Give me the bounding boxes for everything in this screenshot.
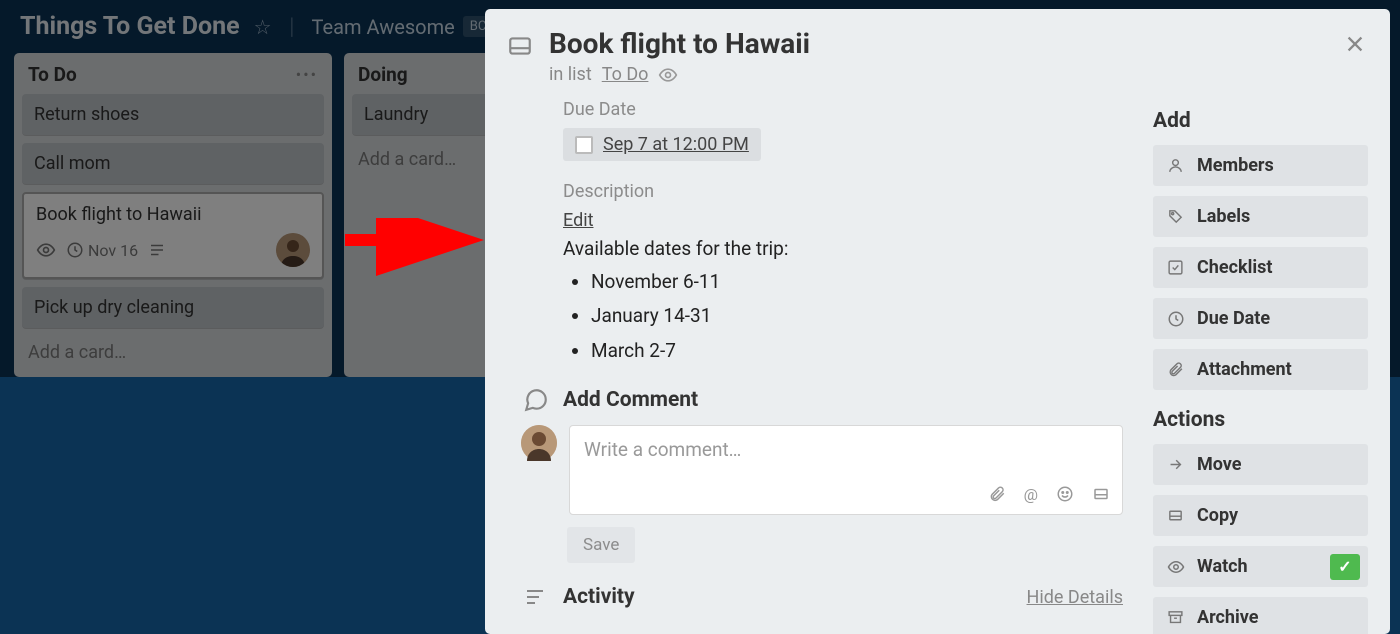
card-title: Pick up dry cleaning bbox=[34, 297, 312, 318]
watch-check-icon: ✓ bbox=[1330, 554, 1360, 580]
card-icon bbox=[1167, 507, 1185, 524]
archive-icon bbox=[1167, 609, 1185, 626]
due-date-badge[interactable]: Sep 7 at 12:00 PM bbox=[563, 128, 761, 161]
due-date-label: Due Date bbox=[563, 99, 1123, 120]
card-title: Call mom bbox=[34, 153, 312, 174]
description-list-item: January 14-31 bbox=[591, 302, 1123, 331]
due-checkbox[interactable] bbox=[575, 136, 593, 154]
list: To Do ••• Return shoes Call mom Book flight … bbox=[14, 53, 332, 377]
list-title[interactable]: Doing bbox=[358, 63, 408, 86]
tag-icon bbox=[1167, 208, 1185, 225]
in-list-link[interactable]: To Do bbox=[602, 64, 649, 85]
team-name[interactable]: Team Awesome bbox=[312, 15, 455, 39]
hide-details-link[interactable]: Hide Details bbox=[1027, 587, 1123, 608]
user-avatar[interactable] bbox=[521, 425, 557, 461]
actions-heading: Actions bbox=[1153, 408, 1368, 432]
watch-icon bbox=[36, 240, 56, 260]
copy-button[interactable]: Copy bbox=[1153, 495, 1368, 536]
watch-eye-icon bbox=[658, 65, 678, 85]
description-list-item: March 2-7 bbox=[591, 337, 1123, 366]
edit-description-link[interactable]: Edit bbox=[563, 210, 1123, 231]
card[interactable]: Call mom bbox=[22, 143, 324, 184]
eye-icon bbox=[1167, 557, 1185, 577]
checklist-button[interactable]: Checklist bbox=[1153, 247, 1368, 288]
save-comment-button[interactable]: Save bbox=[567, 527, 635, 563]
activity-heading: Activity bbox=[563, 585, 635, 609]
add-card-link[interactable]: Add a card… bbox=[22, 336, 324, 365]
card-embed-icon[interactable] bbox=[1092, 485, 1110, 504]
watch-button[interactable]: Watch✓ bbox=[1153, 546, 1368, 587]
paperclip-icon bbox=[1167, 361, 1185, 378]
card-modal: Book flight to Hawaii in list To Do Due … bbox=[485, 9, 1390, 634]
members-button[interactable]: Members bbox=[1153, 145, 1368, 186]
comment-icon bbox=[523, 387, 549, 413]
card-title: Book flight to Hawaii bbox=[36, 204, 310, 225]
due-date-value[interactable]: Sep 7 at 12:00 PM bbox=[603, 134, 749, 155]
add-comment-heading: Add Comment bbox=[563, 388, 698, 412]
description-list-item: November 6-11 bbox=[591, 268, 1123, 297]
list-menu-icon[interactable]: ••• bbox=[296, 65, 318, 84]
member-avatar[interactable] bbox=[276, 233, 310, 267]
archive-button[interactable]: Archive bbox=[1153, 597, 1368, 634]
attach-icon[interactable] bbox=[988, 485, 1006, 504]
emoji-icon[interactable] bbox=[1056, 485, 1074, 504]
card-icon bbox=[507, 33, 533, 59]
description-content[interactable]: Available dates for the trip: November 6… bbox=[563, 235, 1123, 365]
star-icon[interactable]: ☆ bbox=[254, 15, 272, 39]
arrow-icon bbox=[1167, 456, 1185, 473]
clock-icon bbox=[1167, 310, 1185, 328]
card[interactable]: Return shoes bbox=[22, 94, 324, 135]
labels-button[interactable]: Labels bbox=[1153, 196, 1368, 237]
card[interactable]: Pick up dry cleaning bbox=[22, 287, 324, 328]
card-title[interactable]: Book flight to Hawaii bbox=[549, 27, 810, 60]
activity-icon bbox=[523, 585, 549, 609]
description-label: Description bbox=[563, 181, 1123, 202]
mention-icon[interactable]: @ bbox=[1024, 485, 1038, 504]
list-title[interactable]: To Do bbox=[28, 63, 77, 86]
board-title[interactable]: Things To Get Done bbox=[20, 12, 240, 41]
close-icon[interactable] bbox=[1344, 33, 1366, 55]
in-list-prefix: in list bbox=[549, 64, 592, 85]
attachment-button[interactable]: Attachment bbox=[1153, 349, 1368, 390]
due-date-button[interactable]: Due Date bbox=[1153, 298, 1368, 339]
description-icon bbox=[148, 241, 166, 259]
comment-input[interactable]: Write a comment… @ bbox=[569, 425, 1123, 515]
user-icon bbox=[1167, 157, 1185, 174]
add-heading: Add bbox=[1153, 109, 1368, 133]
move-button[interactable]: Move bbox=[1153, 444, 1368, 485]
card[interactable]: Book flight to Hawaii Nov 16 bbox=[22, 192, 324, 279]
card-title: Return shoes bbox=[34, 104, 312, 125]
due-badge: Nov 16 bbox=[66, 241, 138, 260]
check-icon bbox=[1167, 259, 1185, 276]
